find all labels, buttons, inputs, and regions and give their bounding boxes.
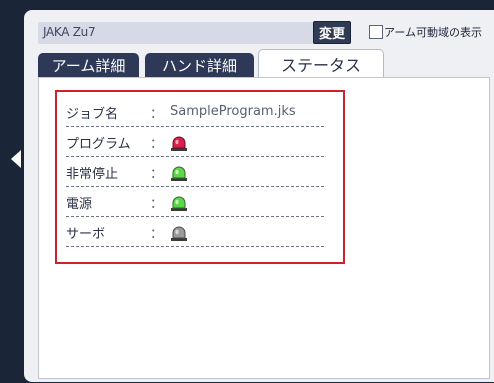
emergency-stop-label: 非常停止 bbox=[66, 167, 119, 182]
tab-arm-details[interactable]: アーム詳細 bbox=[38, 53, 139, 77]
status-row-servo: サーボ ： bbox=[66, 218, 324, 247]
red-lamp-icon bbox=[171, 136, 187, 151]
tab-hand-details[interactable]: ハンド詳細 bbox=[145, 53, 254, 77]
panel-collapse-arrow-icon[interactable] bbox=[11, 150, 21, 168]
status-row-program: プログラム ： bbox=[66, 128, 324, 157]
status-highlight-frame: ジョブ名 ： SampleProgram.jks プログラム ： 非常停止 ： bbox=[55, 90, 345, 264]
job-name-label: ジョブ名 bbox=[66, 107, 119, 122]
status-row-power: 電源 ： bbox=[66, 188, 324, 217]
arm-range-display-checkbox[interactable] bbox=[369, 25, 383, 39]
left-frame bbox=[0, 0, 22, 383]
robot-name-field: JAKA Zu7 bbox=[38, 22, 334, 44]
job-name-value: SampleProgram.jks bbox=[170, 104, 296, 119]
gray-lamp-icon bbox=[171, 226, 187, 241]
row-colon: ： bbox=[150, 197, 164, 212]
arm-range-display-label: アーム可動域の表示 bbox=[384, 26, 483, 39]
tab-status[interactable]: ステータス bbox=[258, 49, 384, 78]
servo-label: サーボ bbox=[66, 227, 106, 242]
robot-name: JAKA Zu7 bbox=[43, 25, 96, 39]
row-colon: ： bbox=[150, 137, 164, 152]
status-row-emergency-stop: 非常停止 ： bbox=[66, 158, 324, 187]
change-button[interactable]: 変更 bbox=[313, 21, 351, 44]
program-label: プログラム bbox=[66, 137, 131, 152]
robot-detail-panel: JAKA Zu7 変更 アーム可動域の表示 アーム詳細 ハンド詳細 ステータス … bbox=[24, 10, 494, 382]
status-content: ジョブ名 ： SampleProgram.jks プログラム ： 非常停止 ： bbox=[38, 77, 490, 379]
green-lamp-icon bbox=[171, 196, 187, 211]
row-colon: ： bbox=[150, 107, 164, 122]
row-colon: ： bbox=[150, 167, 164, 182]
row-colon: ： bbox=[150, 227, 164, 242]
green-lamp-icon bbox=[171, 166, 187, 181]
power-label: 電源 bbox=[66, 197, 93, 212]
status-row-job-name: ジョブ名 ： SampleProgram.jks bbox=[66, 98, 324, 127]
